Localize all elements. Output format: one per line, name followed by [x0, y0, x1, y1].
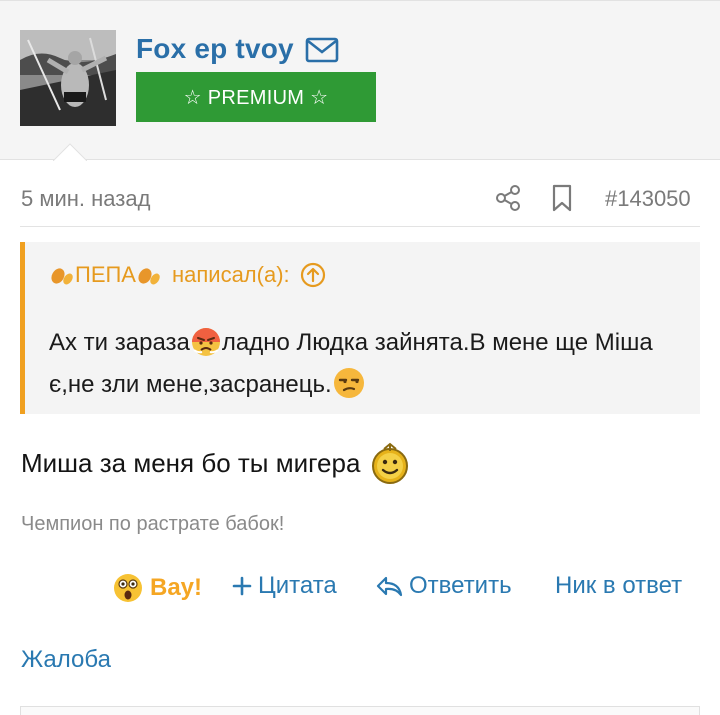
quote-label: Цитата — [258, 572, 337, 599]
vau-label: Вау! — [150, 574, 203, 601]
post-message: Миша за меня бо ты мигера — [21, 441, 410, 485]
quote-author-link[interactable]: ПЕПА — [75, 262, 136, 288]
nick-reply-button[interactable]: Ник в ответ — [555, 572, 682, 600]
post-message-text: Миша за меня бо ты мигера — [21, 447, 361, 478]
leaf-icon — [138, 268, 160, 285]
post-number-link[interactable]: #143050 — [605, 186, 691, 212]
reply-label: Ответить — [409, 572, 512, 599]
post-time: 5 мин. назад — [21, 186, 151, 211]
reply-button[interactable]: Ответить — [375, 572, 512, 600]
post-actions: Вау! Цитата Ответить Ник в ответ — [0, 572, 720, 606]
smiley-emoji — [372, 442, 409, 484]
quote-block: ПЕПА написал(а): Ах ти зараза ладно Людк… — [20, 242, 700, 414]
quote-wrote-label: написал(а): — [171, 262, 290, 287]
mail-icon[interactable] — [305, 37, 339, 63]
header-pointer — [53, 143, 87, 161]
premium-badge: ☆ PREMIUM ☆ — [136, 72, 376, 122]
quote-button[interactable]: Цитата — [232, 572, 337, 600]
leaf-icon — [51, 268, 73, 285]
angry-emoji — [191, 328, 220, 356]
avatar[interactable] — [20, 30, 116, 126]
vau-reaction-button[interactable]: Вау! — [112, 572, 202, 604]
arrow-up-circle-icon[interactable] — [300, 262, 326, 288]
next-post-box — [20, 706, 700, 715]
reply-arrow-icon — [376, 576, 403, 597]
quote-header: ПЕПА написал(а): — [49, 262, 326, 288]
quote-text: Ах ти зараза ладно Людка зайнята.В мене … — [49, 322, 689, 406]
user-header: Fox ep tvoy ☆ PREMIUM ☆ — [0, 0, 720, 160]
unamused-emoji — [333, 368, 364, 398]
username-link[interactable]: Fox ep tvoy — [136, 33, 294, 65]
bookmark-icon[interactable] — [551, 184, 573, 212]
plus-icon — [232, 576, 252, 596]
share-icon[interactable] — [495, 184, 521, 212]
divider — [20, 226, 700, 227]
quote-text-part1: Ах ти зараза — [49, 329, 190, 356]
complaint-link[interactable]: Жалоба — [21, 646, 111, 674]
user-signature: Чемпион по растрате бабок! — [21, 513, 285, 535]
astonished-emoji — [114, 574, 142, 602]
